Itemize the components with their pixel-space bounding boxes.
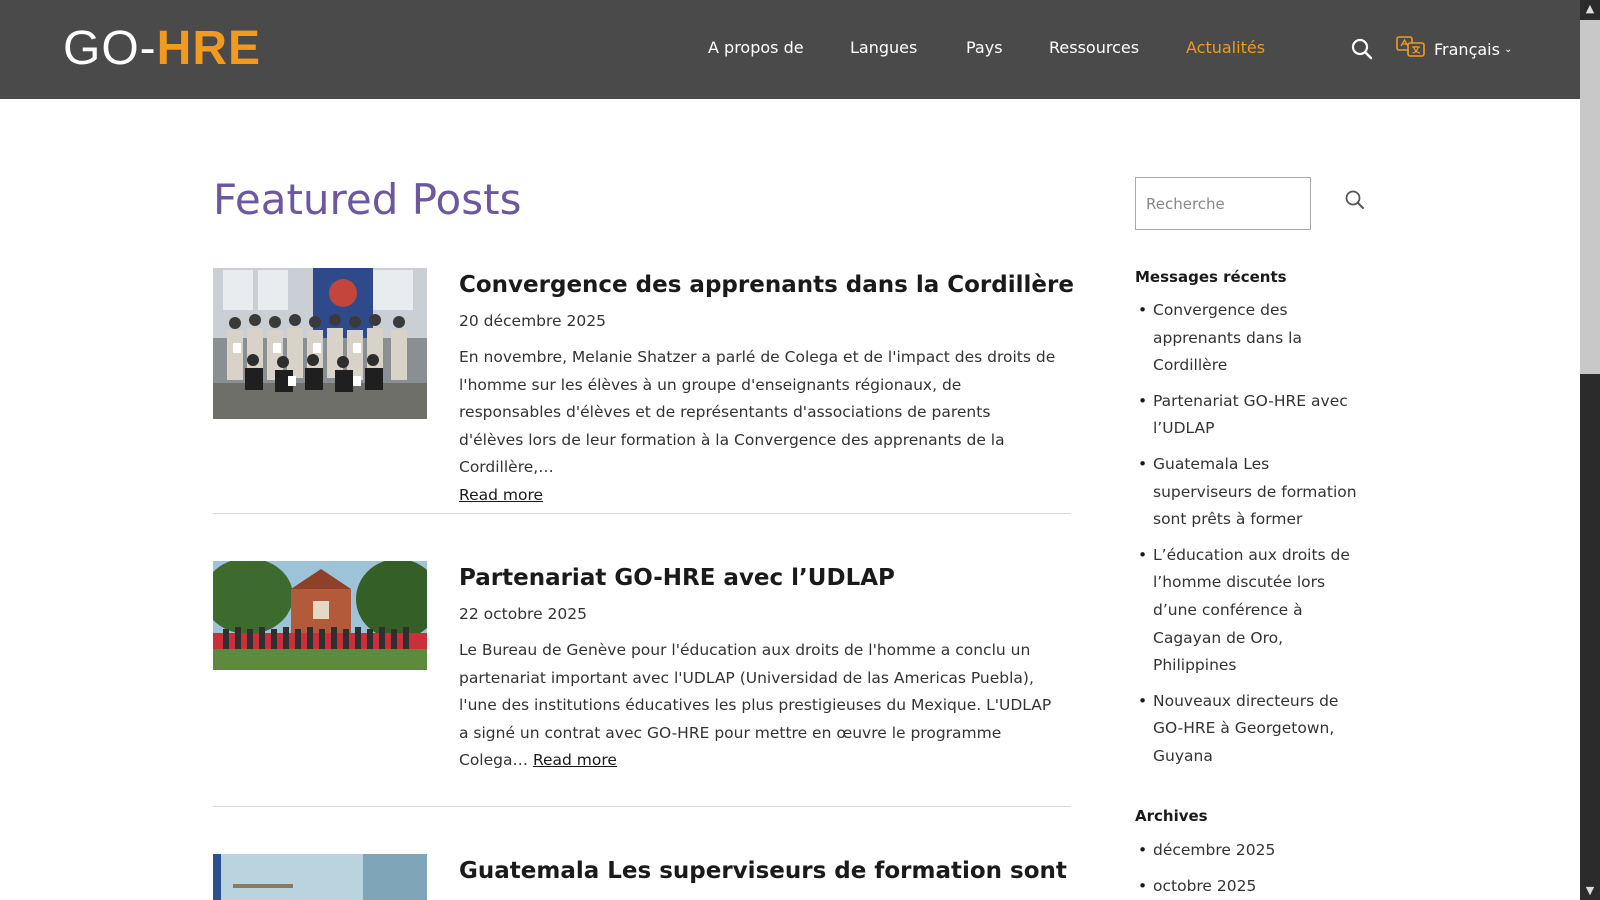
logo-text-hre: HRE xyxy=(156,22,261,75)
recent-posts-list: Convergence des apprenants dans la Cordi… xyxy=(1135,297,1365,779)
list-item: décembre 2025 xyxy=(1135,837,1365,865)
archives-heading: Archives xyxy=(1135,807,1208,825)
post-title[interactable]: Convergence des apprenants dans la Cordi… xyxy=(459,272,1074,298)
recent-post-link[interactable]: Convergence des apprenants dans la Cordi… xyxy=(1153,301,1302,374)
post-item: Partenariat GO-HRE avec l’UDLAP 22 octob… xyxy=(213,561,1071,769)
logo-text-go: GO- xyxy=(63,22,157,75)
language-switcher[interactable]: Français ⌄ xyxy=(1396,36,1512,62)
post-item: Guatemala Les superviseurs de formation … xyxy=(213,854,1071,900)
recent-posts-heading: Messages récents xyxy=(1135,268,1287,286)
post-divider xyxy=(213,806,1071,807)
post-excerpt: Le Bureau de Genève pour l'éducation aux… xyxy=(459,637,1059,775)
nav-item-a-propos[interactable]: A propos de xyxy=(708,38,804,57)
archive-link[interactable]: décembre 2025 xyxy=(1153,841,1275,859)
post-item: Convergence des apprenants dans la Cordi… xyxy=(213,268,1074,504)
post-thumbnail[interactable] xyxy=(213,268,427,419)
post-thumbnail[interactable] xyxy=(213,561,427,670)
scrollbar-thumb[interactable] xyxy=(1580,20,1600,374)
page-title: Featured Posts xyxy=(213,175,522,224)
post-title[interactable]: Guatemala Les superviseurs de formation … xyxy=(459,858,1067,884)
list-item: L’éducation aux droits de l’homme discut… xyxy=(1135,542,1365,680)
sidebar-search-icon[interactable] xyxy=(1344,189,1366,211)
nav-item-actualites[interactable]: Actualités xyxy=(1186,38,1265,57)
site-logo[interactable]: GO-HRE xyxy=(63,22,261,76)
read-more-link[interactable]: Read more xyxy=(533,751,617,769)
list-item: Partenariat GO-HRE avec l’UDLAP xyxy=(1135,388,1365,443)
list-item: Convergence des apprenants dans la Cordi… xyxy=(1135,297,1365,380)
post-divider xyxy=(213,513,1071,514)
list-item: octobre 2025 xyxy=(1135,873,1365,900)
nav-item-langues[interactable]: Langues xyxy=(850,38,917,57)
recent-post-link[interactable]: Guatemala Les superviseurs de formation … xyxy=(1153,455,1357,528)
language-label: Français xyxy=(1434,39,1500,59)
post-title[interactable]: Partenariat GO-HRE avec l’UDLAP xyxy=(459,565,895,591)
translate-icon xyxy=(1396,35,1426,63)
scrollbar[interactable]: ▲ ▼ xyxy=(1580,0,1600,900)
post-thumbnail[interactable] xyxy=(213,854,427,900)
scroll-up-arrow[interactable]: ▲ xyxy=(1580,0,1600,18)
site-header: GO-HRE A propos de Langues Pays Ressourc… xyxy=(0,0,1580,99)
chevron-down-icon: ⌄ xyxy=(1503,43,1513,55)
list-item: Guatemala Les superviseurs de formation … xyxy=(1135,451,1365,534)
post-date: 22 octobre 2025 xyxy=(459,605,587,623)
list-item: Nouveaux directeurs de GO-HRE à Georgeto… xyxy=(1135,688,1365,771)
archive-link[interactable]: octobre 2025 xyxy=(1153,877,1256,895)
nav-item-pays[interactable]: Pays xyxy=(966,38,1003,57)
recent-post-link[interactable]: Partenariat GO-HRE avec l’UDLAP xyxy=(1153,392,1348,438)
post-excerpt: En novembre, Melanie Shatzer a parlé de … xyxy=(459,344,1059,510)
nav-item-ressources[interactable]: Ressources xyxy=(1049,38,1139,57)
archives-list: décembre 2025 octobre 2025 xyxy=(1135,837,1365,900)
scroll-down-arrow[interactable]: ▼ xyxy=(1580,882,1600,900)
post-excerpt-text: En novembre, Melanie Shatzer a parlé de … xyxy=(459,348,1056,477)
recent-post-link[interactable]: L’éducation aux droits de l’homme discut… xyxy=(1153,546,1350,674)
search-icon[interactable] xyxy=(1351,38,1373,60)
read-more-link[interactable]: Read more xyxy=(459,486,543,504)
recent-post-link[interactable]: Nouveaux directeurs de GO-HRE à Georgeto… xyxy=(1153,692,1338,765)
post-date: 20 décembre 2025 xyxy=(459,312,606,330)
sidebar-search-input[interactable] xyxy=(1135,177,1311,230)
